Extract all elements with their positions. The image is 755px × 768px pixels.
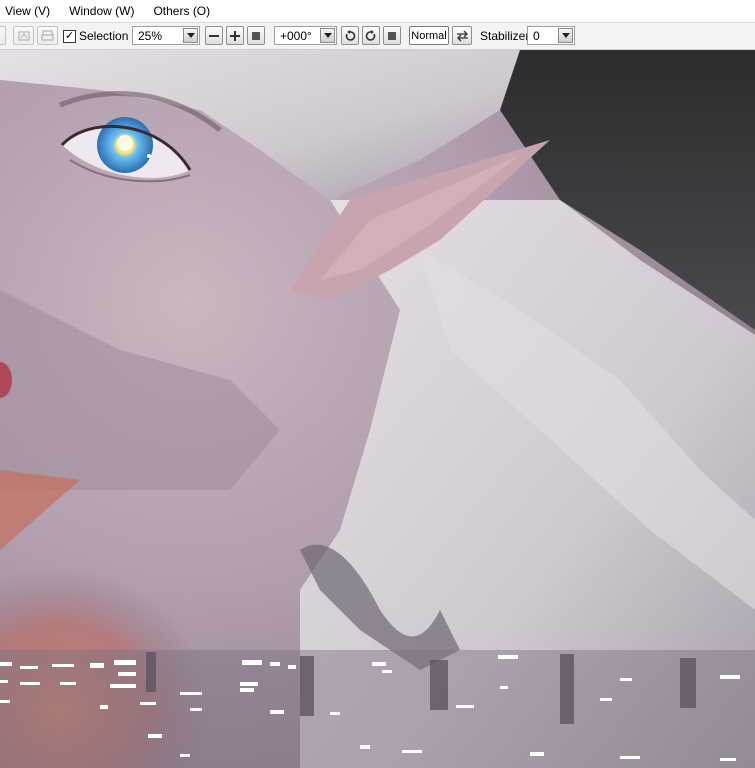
chevron-down-icon[interactable] — [183, 28, 198, 43]
menu-view[interactable]: View (V) — [0, 0, 50, 22]
plus-icon — [230, 30, 240, 41]
rotate-left-icon — [345, 29, 356, 41]
flip-button[interactable] — [452, 26, 472, 45]
zoom-reset-button[interactable] — [247, 26, 265, 45]
stabilizer-label: Stabilizer — [480, 29, 530, 43]
rotation-select[interactable]: +000° — [274, 26, 337, 45]
drawing-canvas[interactable] — [0, 50, 755, 768]
artwork — [0, 50, 755, 768]
prev-tool-button[interactable] — [0, 26, 6, 45]
zoom-select[interactable]: 25% — [132, 26, 200, 45]
rotate-right-button[interactable] — [362, 26, 380, 45]
chevron-down-icon[interactable] — [558, 28, 573, 43]
rotate-right-icon — [365, 29, 376, 41]
chevron-down-icon[interactable] — [320, 28, 335, 43]
stabilizer-select[interactable]: 0 — [527, 26, 575, 45]
command-bar: ✓ Selection 25% +000° Normal Stabilizer … — [0, 23, 755, 50]
swap-icon — [456, 30, 468, 41]
square-icon — [252, 31, 260, 40]
menu-window[interactable]: Window (W) — [64, 0, 134, 22]
transform-icon[interactable] — [13, 26, 34, 45]
menu-others[interactable]: Others (O) — [148, 0, 210, 22]
rotation-reset-button[interactable] — [383, 26, 401, 45]
blend-mode-button[interactable]: Normal — [409, 26, 449, 45]
menu-bar: View (V) Window (W) Others (O) — [0, 0, 755, 23]
zoom-in-button[interactable] — [226, 26, 244, 45]
rotate-left-button[interactable] — [341, 26, 359, 45]
selection-checkbox[interactable]: ✓ — [63, 30, 76, 43]
print-icon[interactable] — [37, 26, 58, 45]
minus-icon — [209, 34, 219, 37]
selection-label: Selection — [79, 29, 129, 43]
zoom-out-button[interactable] — [205, 26, 223, 45]
square-icon — [388, 31, 396, 40]
